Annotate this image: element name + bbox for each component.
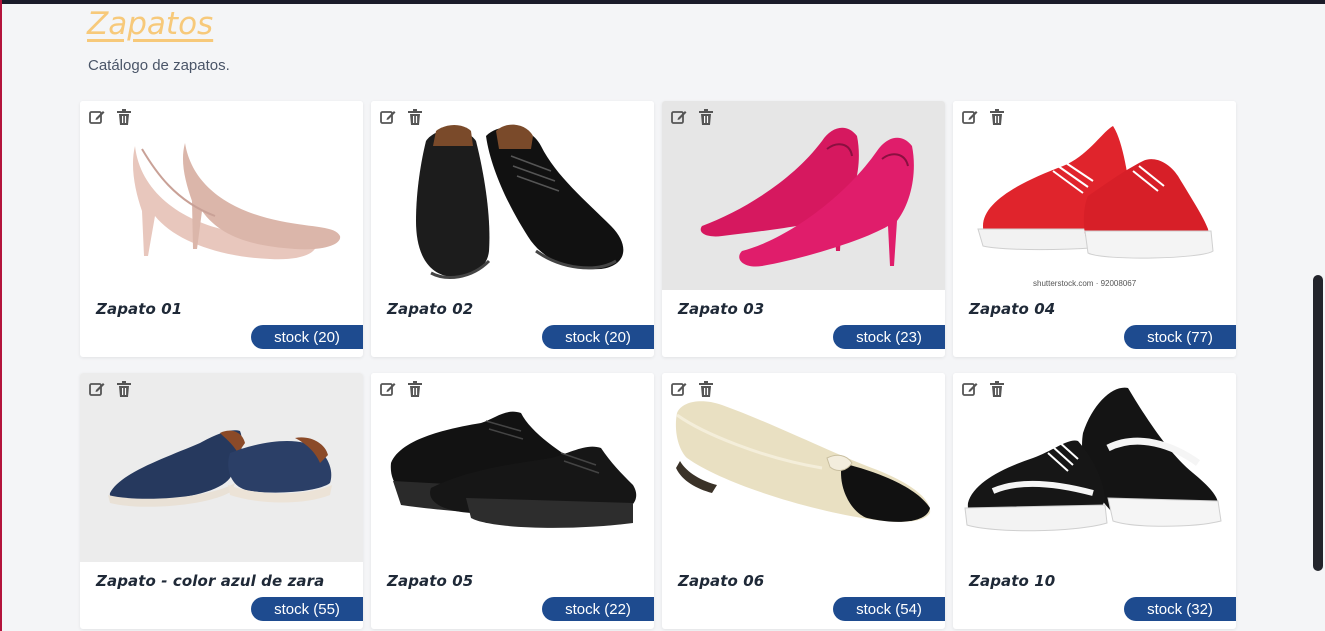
stock-badge: stock (54)	[833, 597, 945, 621]
trash-icon[interactable]	[988, 380, 1006, 398]
product-card: Zapato 06 stock (54)	[662, 373, 945, 629]
edit-icon[interactable]	[961, 108, 979, 126]
trash-icon[interactable]	[406, 380, 424, 398]
stock-badge: stock (55)	[251, 597, 363, 621]
trash-icon[interactable]	[406, 108, 424, 126]
product-image	[80, 101, 363, 290]
product-name[interactable]: Zapato 04	[969, 300, 1055, 318]
product-card: Zapato 02 stock (20)	[371, 101, 654, 357]
edit-icon[interactable]	[670, 108, 688, 126]
product-image	[80, 373, 363, 562]
trash-icon[interactable]	[115, 380, 133, 398]
trash-icon[interactable]	[697, 108, 715, 126]
product-image	[662, 101, 945, 290]
black-sneaker-icon	[964, 387, 1222, 532]
pink-heel-icon	[700, 127, 914, 267]
product-name[interactable]: Zapato 05	[387, 572, 473, 590]
product-card: Zapato 03 stock (23)	[662, 101, 945, 357]
page-title: Zapatos	[87, 6, 214, 42]
edit-icon[interactable]	[88, 108, 106, 126]
stock-badge: stock (32)	[1124, 597, 1236, 621]
product-image	[662, 373, 945, 562]
product-grid: Zapato 01 stock (20) Zapato 02 stock (20…	[80, 101, 1236, 629]
stock-badge: stock (20)	[251, 325, 363, 349]
product-name[interactable]: Zapato 06	[678, 572, 764, 590]
product-name[interactable]: Zapato 03	[678, 300, 764, 318]
product-name[interactable]: Zapato 01	[96, 300, 182, 318]
ballet-flat-icon	[675, 401, 931, 522]
product-card: shutterstock.com · 92008067 Zapato 04 st…	[953, 101, 1236, 357]
edit-icon[interactable]	[670, 380, 688, 398]
product-card: Zapato 05 stock (22)	[371, 373, 654, 629]
left-edge	[0, 0, 2, 631]
scrollbar-thumb[interactable]	[1313, 275, 1323, 571]
trash-icon[interactable]	[988, 108, 1006, 126]
edit-icon[interactable]	[88, 380, 106, 398]
stock-badge: stock (23)	[833, 325, 945, 349]
stock-badge: stock (20)	[542, 325, 654, 349]
stock-badge: stock (77)	[1124, 325, 1236, 349]
trash-icon[interactable]	[115, 108, 133, 126]
image-watermark: shutterstock.com · 92008067	[1033, 279, 1137, 288]
edit-icon[interactable]	[961, 380, 979, 398]
product-card: Zapato 01 stock (20)	[80, 101, 363, 357]
blue-shoe-icon	[108, 430, 332, 507]
trash-icon[interactable]	[697, 380, 715, 398]
product-card: Zapato - color azul de zara stock (55)	[80, 373, 363, 629]
product-image	[371, 373, 654, 562]
stock-badge: stock (22)	[542, 597, 654, 621]
product-image	[953, 373, 1236, 562]
product-name[interactable]: Zapato - color azul de zara	[96, 572, 324, 590]
product-image	[953, 101, 1236, 290]
nude-heel-icon	[132, 143, 341, 260]
product-name[interactable]: Zapato 02	[387, 300, 473, 318]
black-oxford-icon	[390, 411, 637, 528]
black-oxford-icon	[416, 124, 624, 279]
top-bar	[0, 0, 1325, 4]
product-card: Zapato 10 stock (32)	[953, 373, 1236, 629]
red-sneaker-icon	[977, 126, 1214, 259]
product-image	[371, 101, 654, 290]
page-subtitle: Catálogo de zapatos.	[88, 57, 230, 74]
product-name[interactable]: Zapato 10	[969, 572, 1055, 590]
edit-icon[interactable]	[379, 380, 397, 398]
edit-icon[interactable]	[379, 108, 397, 126]
